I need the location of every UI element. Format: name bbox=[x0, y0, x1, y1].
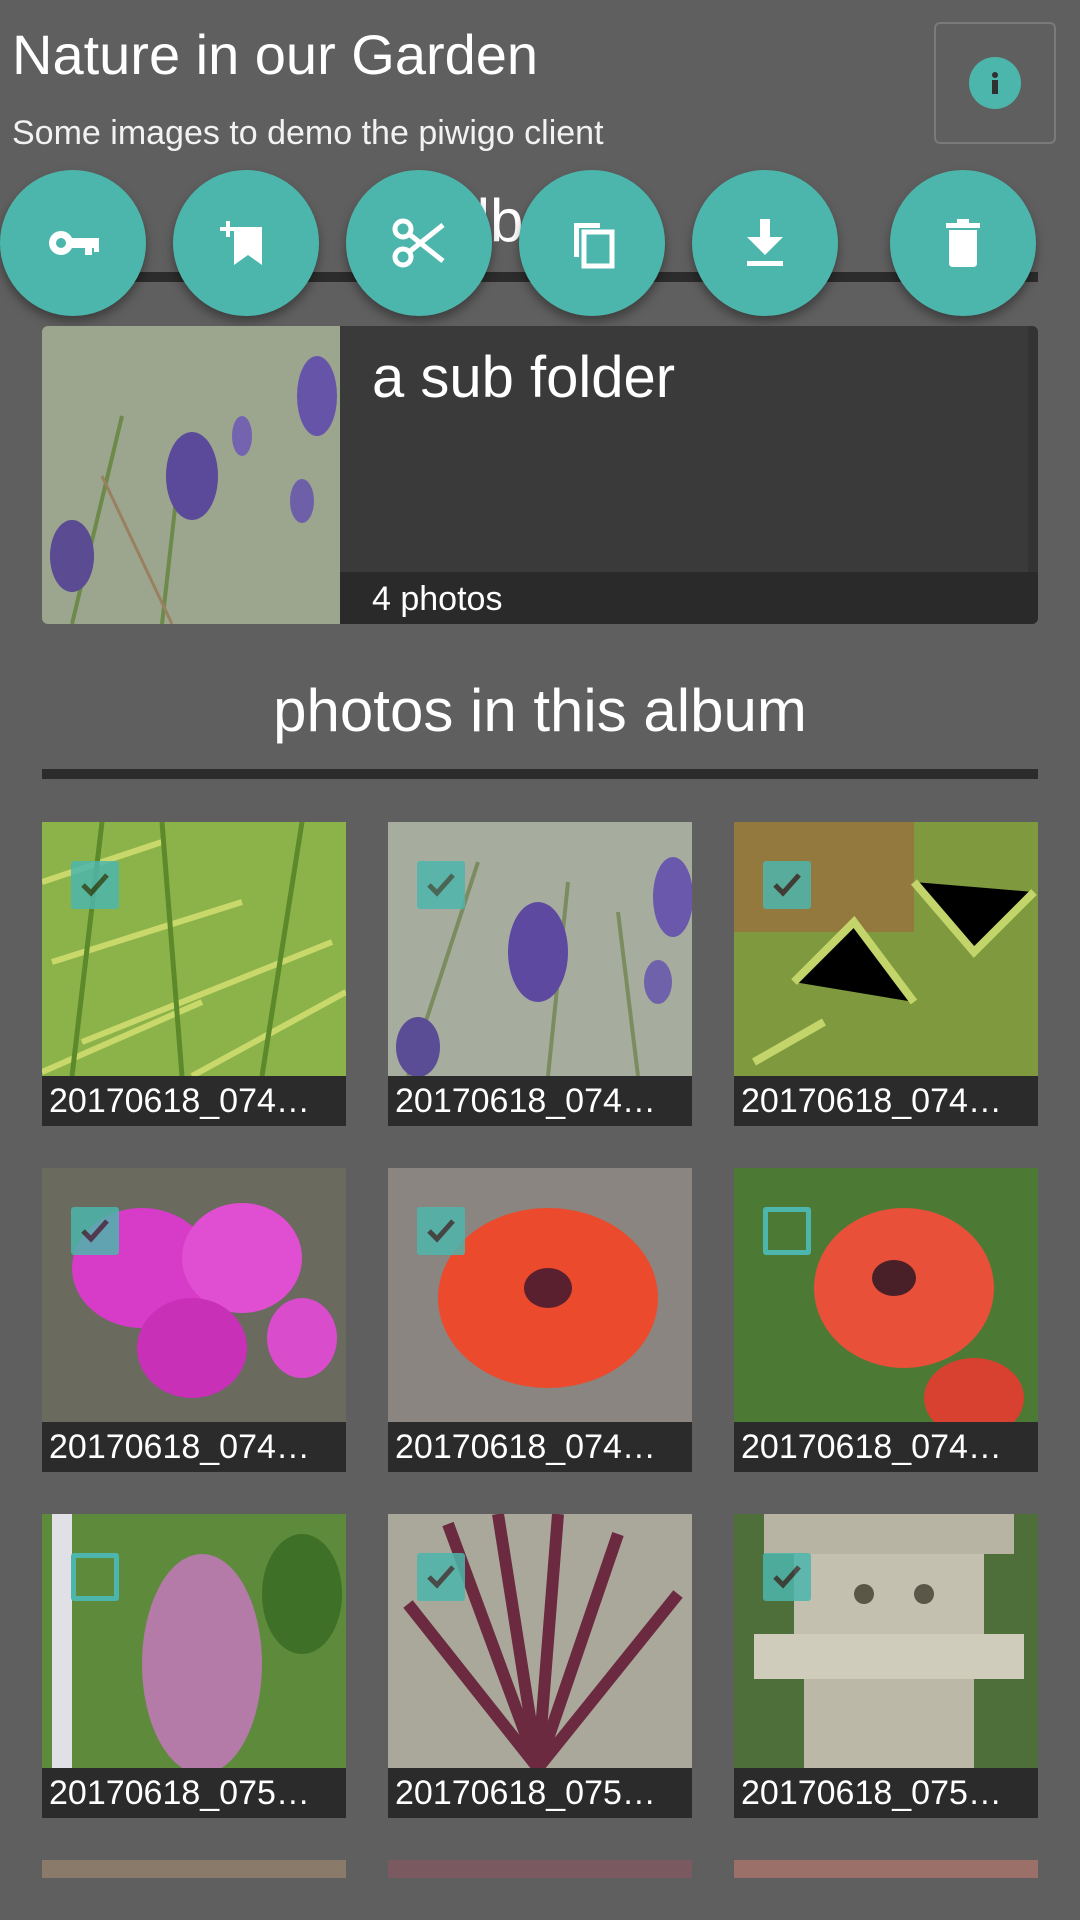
photos-heading: photos in this album bbox=[273, 677, 807, 744]
permissions-button[interactable] bbox=[0, 170, 146, 316]
photo-select-checkbox[interactable] bbox=[763, 1207, 811, 1255]
trash-icon bbox=[946, 219, 980, 267]
subalbum-thumbnail bbox=[42, 326, 340, 624]
photo-caption: 20170618_074… bbox=[734, 1076, 1038, 1126]
photo-tile-partial[interactable] bbox=[388, 1860, 692, 1878]
photo-select-checkbox[interactable] bbox=[417, 861, 465, 909]
key-icon bbox=[49, 231, 99, 255]
download-button[interactable] bbox=[692, 170, 838, 316]
subalbum-name: a sub folder bbox=[372, 345, 676, 410]
info-icon bbox=[969, 57, 1021, 109]
photo-caption: 20170618_074… bbox=[42, 1422, 346, 1472]
photo-tile[interactable]: 20170618_075… bbox=[388, 1514, 692, 1818]
photo-tile[interactable]: 20170618_074… bbox=[42, 822, 346, 1126]
photo-tile-partial[interactable] bbox=[734, 1860, 1038, 1878]
photo-tile[interactable]: 20170618_074… bbox=[734, 822, 1038, 1126]
photo-tile[interactable]: 20170618_074… bbox=[388, 822, 692, 1126]
photo-select-checkbox[interactable] bbox=[417, 1207, 465, 1255]
photo-tile[interactable]: 20170618_074… bbox=[42, 1168, 346, 1472]
copy-icon bbox=[574, 223, 615, 269]
album-description: Some images to demo the piwigo client bbox=[12, 114, 604, 152]
download-icon bbox=[747, 219, 783, 266]
photo-select-checkbox[interactable] bbox=[417, 1553, 465, 1601]
bookmark-add-icon bbox=[220, 221, 262, 265]
subalbum-footer: 4 photos bbox=[340, 572, 1038, 624]
photo-select-checkbox[interactable] bbox=[71, 1553, 119, 1601]
delete-button[interactable] bbox=[890, 170, 1036, 316]
photo-tile[interactable]: 20170618_074… bbox=[388, 1168, 692, 1472]
photo-tile[interactable]: 20170618_074… bbox=[734, 1168, 1038, 1472]
photos-divider bbox=[42, 769, 1038, 779]
photo-tile[interactable]: 20170618_075… bbox=[734, 1514, 1038, 1818]
photo-caption: 20170618_074… bbox=[388, 1076, 692, 1126]
subalbum-card[interactable]: a sub folder 4 photos bbox=[42, 326, 1038, 624]
scissors-icon bbox=[392, 218, 445, 268]
subalbum-card-edge bbox=[1028, 326, 1038, 572]
copy-button[interactable] bbox=[519, 170, 665, 316]
photo-caption: 20170618_075… bbox=[388, 1768, 692, 1818]
photo-caption: 20170618_074… bbox=[42, 1076, 346, 1126]
photo-tile[interactable]: 20170618_075… bbox=[42, 1514, 346, 1818]
photo-select-checkbox[interactable] bbox=[763, 1553, 811, 1601]
photo-caption: 20170618_075… bbox=[734, 1768, 1038, 1818]
photo-select-checkbox[interactable] bbox=[763, 861, 811, 909]
info-button[interactable] bbox=[934, 22, 1056, 144]
subalbum-photo-count: 4 photos bbox=[372, 580, 503, 618]
photo-caption: 20170618_074… bbox=[388, 1422, 692, 1472]
photo-select-checkbox[interactable] bbox=[71, 861, 119, 909]
album-title: Nature in our Garden bbox=[12, 23, 539, 86]
photo-select-checkbox[interactable] bbox=[71, 1207, 119, 1255]
photo-caption: 20170618_075… bbox=[42, 1768, 346, 1818]
add-to-album-button[interactable] bbox=[173, 170, 319, 316]
photo-caption: 20170618_074… bbox=[734, 1422, 1038, 1472]
move-button[interactable] bbox=[346, 170, 492, 316]
photo-tile-partial[interactable] bbox=[42, 1860, 346, 1878]
